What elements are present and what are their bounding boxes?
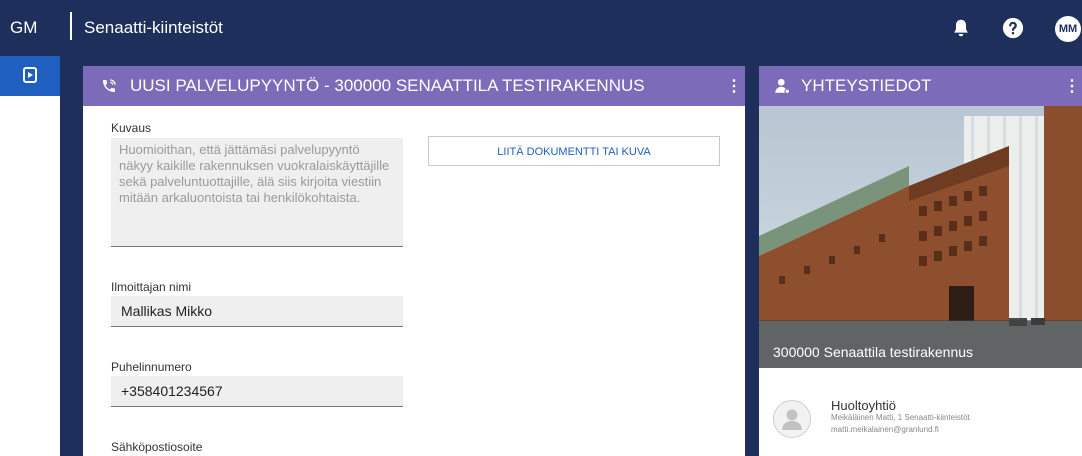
contact-card-menu[interactable]: ⋮ [1064,76,1080,96]
description-label: Kuvaus [111,121,152,135]
bell-icon[interactable] [950,17,972,39]
phone-value: +358401234567 [121,383,223,399]
rail-nav-button[interactable] [0,56,60,96]
attach-document-button[interactable]: LIITÄ DOKUMENTTI TAI KUVA [428,136,720,166]
phone-label: Puhelinnumero [111,360,192,374]
phone-icon [103,79,116,92]
request-card-title: UUSI PALVELUPYYNTÖ - 300000 SENAATTILA T… [130,76,645,95]
brand-divider [70,12,72,40]
building-caption-bar: 300000 Senaattila testirakennus [759,320,1082,368]
contact-card-title: YHTEYSTIEDOT [801,76,932,95]
contact-role: Huoltoyhtiö [831,398,897,413]
person-icon [775,78,791,95]
request-card-header: UUSI PALVELUPYYNTÖ - 300000 SENAATTILA T… [83,66,745,106]
contact-panel: 300000 Senaattila testirakennus Huoltoyh… [759,106,1082,456]
contact-person: Meikäläinen Matti, 1 Senaatti-kiinteistö… [831,413,970,422]
phone-input[interactable]: +358401234567 [111,376,403,407]
user-avatar[interactable]: MM [1055,16,1081,42]
help-icon[interactable] [1002,17,1024,39]
request-form: Kuvaus Huomioithan, että jättämäsi palve… [83,106,745,456]
reporter-input[interactable]: Mallikas Mikko [111,296,403,327]
contact-card-header: YHTEYSTIEDOT ⋮ [759,66,1082,106]
top-bar: GM Senaatti-kiinteistöt MM [0,0,1082,56]
contact-email[interactable]: matti.meikalainen@granlund.fi [831,425,939,434]
play-square-icon [23,67,37,83]
reporter-value: Mallikas Mikko [121,303,213,319]
description-placeholder: Huomioithan, että jättämäsi palvelupyynt… [119,142,390,205]
reporter-label: Ilmoittajan nimi [111,280,192,294]
app-title: Senaatti-kiinteistöt [84,18,223,37]
contact-avatar [773,400,811,438]
building-caption: 300000 Senaattila testirakennus [773,344,974,360]
building-photo: 300000 Senaattila testirakennus [759,106,1082,368]
left-rail [0,56,60,456]
brand-logo[interactable]: GM [10,18,37,38]
request-card-menu[interactable]: ⋮ [726,76,742,96]
email-label: Sähköpostiosoite [111,440,203,454]
description-textarea[interactable]: Huomioithan, että jättämäsi palvelupyynt… [111,138,403,247]
user-placeholder-icon [782,409,802,430]
